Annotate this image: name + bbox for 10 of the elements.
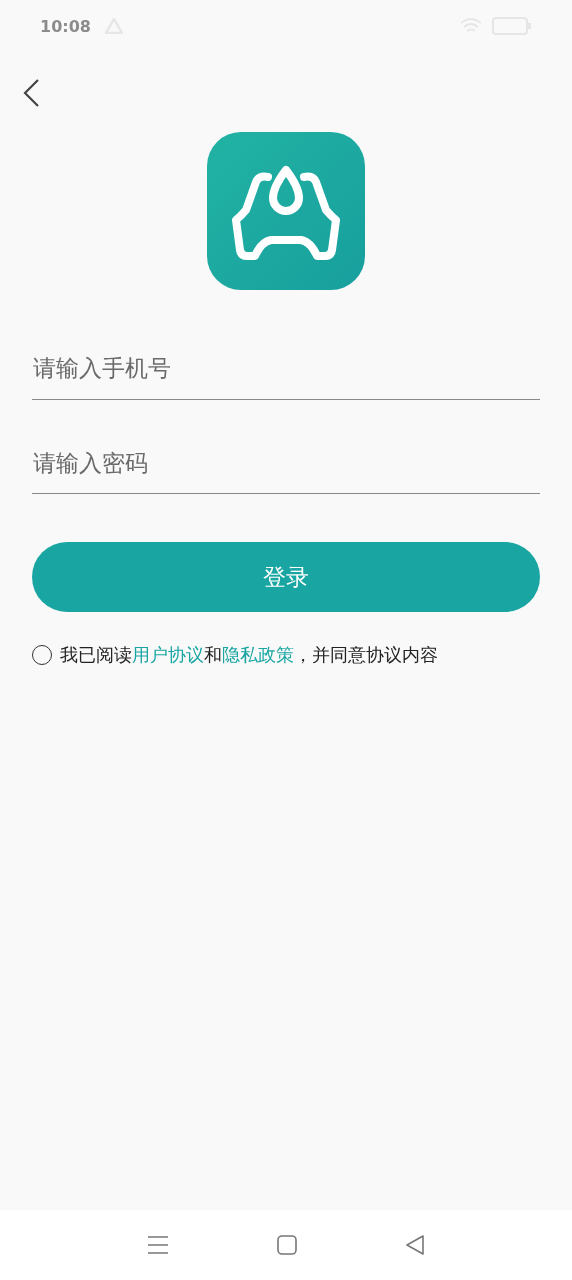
back-icon[interactable] [405,1235,425,1255]
privacy-policy-link[interactable]: 隐私政策 [222,645,294,665]
user-agreement-link[interactable]: 用户协议 [132,645,204,665]
phone-input-field[interactable]: 请输入手机号 [32,337,540,400]
menu-icon[interactable] [147,1235,169,1255]
login-button[interactable]: 登录 [32,542,540,612]
status-time: 10:08 [40,16,91,36]
home-icon[interactable] [277,1235,297,1255]
agreement-text: 我已阅读用户协议和隐私政策，并同意协议内容 [60,644,438,667]
password-input-field[interactable]: 请输入密码 [32,432,540,494]
